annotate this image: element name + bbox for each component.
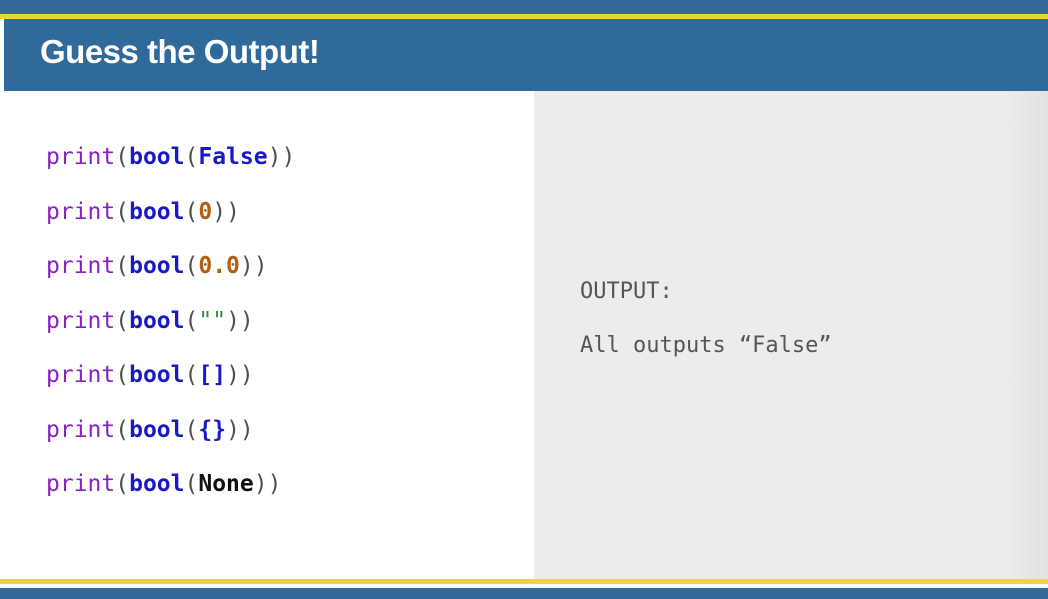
header-left-edge: [0, 19, 4, 91]
bool-keyword: bool: [129, 308, 185, 334]
print-keyword: print: [46, 253, 116, 279]
code-argument: 0.0: [198, 253, 240, 279]
code-line-6: print(bool({})): [46, 417, 254, 443]
output-label: OUTPUT:: [580, 279, 673, 304]
print-keyword: print: [46, 144, 116, 170]
bool-keyword: bool: [129, 362, 185, 388]
output-panel: OUTPUT: All outputs “False”: [534, 91, 1048, 579]
print-keyword: print: [46, 417, 116, 443]
code-line-4: print(bool("")): [46, 308, 254, 334]
top-border-stripe: [0, 0, 1048, 14]
code-line-3: print(bool(0.0)): [46, 253, 268, 279]
bool-keyword: bool: [129, 471, 185, 497]
code-argument: {}: [198, 417, 227, 443]
bool-keyword: bool: [129, 253, 185, 279]
code-line-1: print(bool(False)): [46, 144, 296, 170]
code-argument: "": [198, 308, 227, 334]
print-keyword: print: [46, 471, 116, 497]
code-line-5: print(bool([])): [46, 362, 254, 388]
code-line-2: print(bool(0)): [46, 199, 240, 225]
code-panel: print(bool(False)) print(bool(0)) print(…: [0, 91, 534, 579]
code-line-7: print(bool(None)): [46, 471, 282, 497]
code-argument: None: [198, 471, 254, 497]
bool-keyword: bool: [129, 417, 185, 443]
code-argument: []: [198, 362, 227, 388]
print-keyword: print: [46, 199, 116, 225]
print-keyword: print: [46, 362, 116, 388]
code-argument: False: [198, 144, 268, 170]
bottom-border-stripe: [0, 588, 1048, 599]
bool-keyword: bool: [129, 144, 185, 170]
slide-header: Guess the Output!: [4, 19, 1048, 91]
code-argument: 0: [198, 199, 213, 225]
print-keyword: print: [46, 308, 116, 334]
slide-title: Guess the Output!: [40, 33, 320, 70]
bool-keyword: bool: [129, 199, 185, 225]
output-answer: All outputs “False”: [580, 333, 832, 358]
